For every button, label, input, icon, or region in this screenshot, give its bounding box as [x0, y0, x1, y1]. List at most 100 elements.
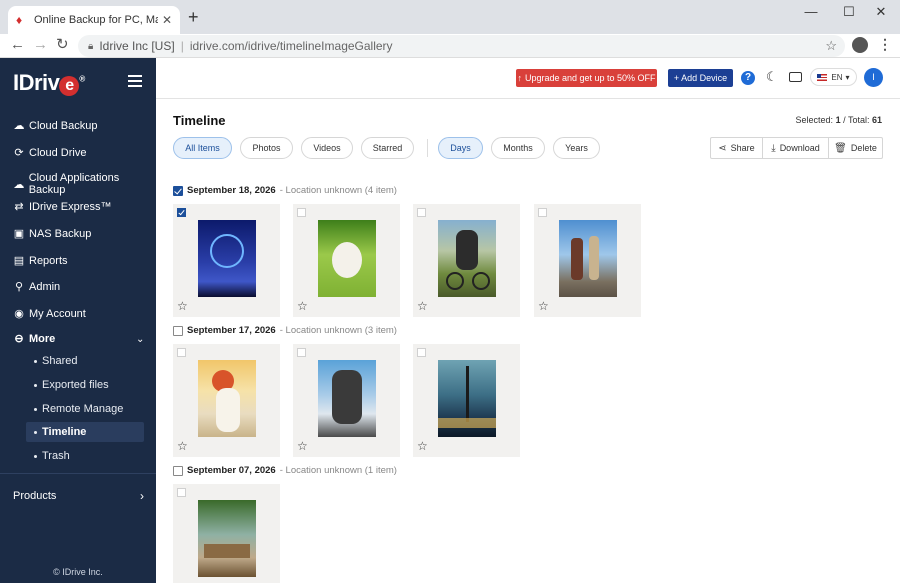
sidebar-item-cloud-applications-backup[interactable]: ☁ Cloud Applications Backup	[13, 172, 156, 196]
sidebar-subitem-label: Trash	[42, 450, 70, 462]
help-icon[interactable]: ?	[741, 71, 755, 85]
tab-title: Online Backup for PC, Mac and iP	[34, 14, 158, 26]
sidebar-item-idrive-express[interactable]: ⇄ IDrive Express™	[13, 200, 111, 214]
star-icon[interactable]: ☆	[297, 439, 308, 453]
sidebar-item-admin[interactable]: ⚲ Admin	[13, 280, 60, 294]
view-months[interactable]: Months	[491, 137, 545, 159]
chevron-down-icon[interactable]: ⌄	[136, 334, 144, 345]
photo-checkbox[interactable]	[297, 348, 306, 357]
maximize-button[interactable]: ☐	[834, 4, 864, 20]
add-device-button[interactable]: + Add Device	[668, 69, 733, 87]
chevron-right-icon[interactable]: ›	[140, 489, 144, 503]
photo-checkbox[interactable]	[177, 488, 186, 497]
close-tab-icon[interactable]: ✕	[162, 13, 172, 27]
upgrade-button[interactable]: ↑ Upgrade and get up to 50% OFF	[516, 69, 657, 87]
bookmark-star-icon[interactable]: ☆	[825, 38, 837, 54]
sidebar-subitem-remote-manage[interactable]: Remote Manage	[26, 399, 144, 419]
browser-tab[interactable]: ♦ Online Backup for PC, Mac and iP ✕	[8, 6, 180, 34]
filter-all-items[interactable]: All Items	[173, 137, 232, 159]
language-selector[interactable]: EN ▾	[810, 68, 857, 86]
filter-videos[interactable]: Videos	[301, 137, 353, 159]
bullet-icon	[34, 454, 37, 458]
url-field[interactable]: 🔒︎ Idrive Inc [US] | idrive.com/idrive/t…	[78, 35, 845, 57]
window-close-button[interactable]: ✕	[866, 4, 896, 20]
upgrade-label: Upgrade and get up to 50% OFF	[524, 73, 656, 83]
photo-tile[interactable]: ☆	[293, 344, 400, 457]
photo-checkbox[interactable]	[297, 208, 306, 217]
photo-checkbox[interactable]	[177, 348, 186, 357]
forward-button[interactable]: →	[33, 36, 48, 54]
photo-thumbnail[interactable]	[198, 500, 256, 577]
delete-button[interactable]: 🗑︎ Delete	[829, 138, 882, 158]
star-icon[interactable]: ☆	[538, 299, 549, 313]
filter-photos[interactable]: Photos	[240, 137, 293, 159]
photo-tile[interactable]: ☆	[413, 204, 520, 317]
sidebar-subitem-label: Remote Manage	[42, 403, 124, 415]
star-icon[interactable]: ☆	[417, 439, 428, 453]
timeline-group-header: September 17, 2026 - Location unknown (3…	[173, 325, 397, 336]
group-checkbox[interactable]	[173, 465, 183, 476]
filter-divider	[427, 139, 428, 157]
photo-tile[interactable]: ☆	[534, 204, 641, 317]
photo-tile[interactable]	[173, 484, 280, 583]
group-checkbox[interactable]	[173, 325, 183, 336]
sidebar-item-nas-backup[interactable]: ▣ NAS Backup	[13, 227, 92, 241]
filter-starred[interactable]: Starred	[361, 137, 414, 159]
share-icon: ⋖	[718, 142, 727, 154]
share-button[interactable]: ⋖ Share	[711, 138, 763, 158]
sidebar-item-label: Cloud Backup	[29, 119, 98, 132]
photo-thumbnail[interactable]	[438, 220, 496, 297]
nas-icon: ▣	[13, 228, 25, 240]
photo-thumbnail[interactable]	[198, 360, 256, 437]
photo-thumbnail[interactable]	[198, 220, 256, 297]
photo-thumbnail[interactable]	[559, 220, 617, 297]
action-toolbar: ⋖ Share ⤓ Download 🗑︎ Delete	[710, 137, 883, 159]
photo-checkbox[interactable]	[538, 208, 547, 217]
minimize-button[interactable]: —	[796, 4, 826, 19]
selected-value: 1	[835, 115, 841, 125]
sidebar-item-cloud-backup[interactable]: ☁ Cloud Backup	[13, 119, 98, 133]
reload-button[interactable]: ↻	[56, 36, 69, 54]
language-label: EN	[831, 72, 843, 82]
download-button[interactable]: ⤓ Download	[763, 138, 829, 158]
bullet-icon	[34, 407, 37, 411]
new-tab-button[interactable]: +	[188, 8, 199, 26]
sidebar-subitem-exported-files[interactable]: Exported files	[26, 375, 144, 395]
sidebar-item-more[interactable]: ⊖ More	[13, 332, 55, 346]
caret-down-icon: ▾	[845, 72, 850, 82]
profile-icon[interactable]	[852, 37, 868, 53]
star-icon[interactable]: ☆	[297, 299, 308, 313]
idrive-logo[interactable]: IDriv e ®	[13, 70, 85, 96]
user-avatar[interactable]: I	[864, 68, 883, 87]
sidebar-subitem-trash[interactable]: Trash	[26, 446, 144, 466]
sidebar-subitem-timeline[interactable]: Timeline	[26, 422, 144, 442]
photo-tile[interactable]: ☆	[293, 204, 400, 317]
photo-thumbnail[interactable]	[318, 360, 376, 437]
cloud-upload-icon: ☁	[13, 120, 25, 132]
group-checkbox[interactable]	[173, 185, 183, 196]
photo-checkbox[interactable]	[417, 348, 426, 357]
star-icon[interactable]: ☆	[177, 439, 188, 453]
photo-tile[interactable]: ☆	[413, 344, 520, 457]
sidebar-item-products[interactable]: Products	[13, 490, 56, 502]
photo-thumbnail[interactable]	[438, 360, 496, 437]
hamburger-menu-icon[interactable]	[128, 75, 142, 90]
sidebar-item-my-account[interactable]: ◉ My Account	[13, 307, 86, 321]
photo-tile[interactable]: ☆	[173, 204, 280, 317]
photo-checkbox[interactable]	[417, 208, 426, 217]
photo-checkbox[interactable]	[177, 208, 186, 217]
sidebar-item-reports[interactable]: ▤ Reports	[13, 254, 68, 268]
dark-mode-moon-icon[interactable]: ☾	[766, 69, 778, 85]
star-icon[interactable]: ☆	[177, 299, 188, 313]
photo-thumbnail[interactable]	[318, 220, 376, 297]
bullet-icon	[34, 430, 37, 434]
browser-menu-icon[interactable]: ⋮	[878, 36, 892, 53]
sidebar-subitem-shared[interactable]: Shared	[26, 351, 144, 371]
star-icon[interactable]: ☆	[417, 299, 428, 313]
billing-card-icon[interactable]	[789, 72, 802, 82]
back-button[interactable]: ←	[10, 36, 25, 54]
sidebar-item-cloud-drive[interactable]: ⟳ Cloud Drive	[13, 146, 86, 160]
view-days[interactable]: Days	[438, 137, 483, 159]
photo-tile[interactable]: ☆	[173, 344, 280, 457]
view-years[interactable]: Years	[553, 137, 600, 159]
